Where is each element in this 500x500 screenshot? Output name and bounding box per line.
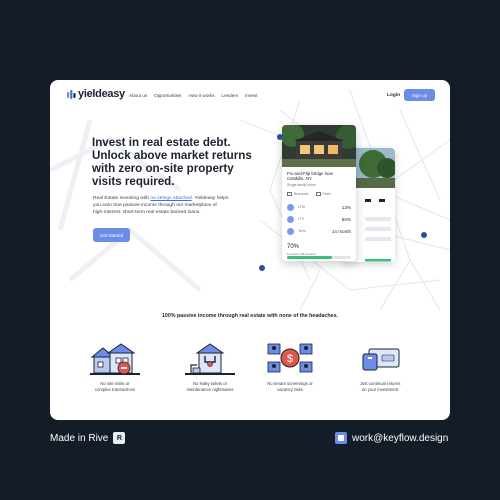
metric-icon <box>287 215 294 223</box>
plumbing-icon <box>185 343 235 375</box>
metric-label: LTM <box>298 205 305 209</box>
benefit-item: $ No tenant screenings or vacancy risks <box>250 342 330 394</box>
metric-value: 13% <box>341 204 351 210</box>
brand-name: yieldeasy <box>78 88 125 100</box>
listing-location: Catskills, NY. <box>287 176 313 182</box>
metric-icon <box>287 203 294 211</box>
no-strings-link[interactable]: no strings attached <box>150 196 191 201</box>
funded-progress-bar <box>287 256 351 259</box>
rive-icon[interactable]: R <box>113 432 126 444</box>
metric-label: LTV <box>298 217 304 221</box>
map-pin[interactable] <box>259 265 265 271</box>
benefit-line: on your investment <box>361 387 399 393</box>
contact-email[interactable]: work@keyflow.design <box>335 432 448 444</box>
bed-icon <box>287 192 292 196</box>
keyflow-icon <box>335 432 347 444</box>
nav-link-invest[interactable]: Invest <box>245 93 257 98</box>
tag-pools: Pools <box>315 192 331 196</box>
benefit-item: No site visits or complex transactions <box>75 342 155 394</box>
tag-bedrooms: Bedrooms <box>287 192 309 196</box>
benefit-text: Just continual returns on your investmen… <box>340 381 420 394</box>
hero-text: Real Estate investing with <box>93 196 151 201</box>
get-started-button[interactable]: Get Started <box>93 228 130 242</box>
metric-value: 14 month <box>331 228 351 234</box>
listing-type: Single family home <box>287 183 316 187</box>
benefit-item: Just continual returns on your investmen… <box>340 342 420 394</box>
nav-link-lenders[interactable]: Lenders <box>222 93 239 98</box>
hero-title-line: visits required. <box>92 175 175 188</box>
svg-text:$: $ <box>287 353 293 365</box>
nav-link-how-it-works[interactable]: How it works <box>188 93 214 98</box>
brand-logo[interactable]: yieldeasy <box>66 88 125 100</box>
map-pin[interactable] <box>277 134 283 140</box>
hero-text: . Yieldeasy helps <box>191 196 229 201</box>
app-window: yieldeasy About us Opportunities How it … <box>50 80 450 420</box>
hero-title-line: Invest in real estate debt. <box>92 136 231 149</box>
signup-button[interactable]: Sign up <box>404 89 435 101</box>
listing-title: Fix-and-Flip bridge loan Catskills, NY. <box>287 171 333 182</box>
wallet-icon <box>362 348 400 371</box>
benefit-text: No tenant screenings or vacancy risks <box>250 381 330 394</box>
listing-photo <box>282 125 356 167</box>
hero-description: Real Estate investing with no strings at… <box>93 196 253 216</box>
funded-percent: 70% <box>287 244 300 250</box>
hero-description-line: high-interest, short-term real estate ba… <box>93 209 201 215</box>
hero-description-line: you earn true passive income through our… <box>93 202 217 208</box>
made-in-label: Made in Rive <box>50 432 109 444</box>
made-in-rive: Made in Rive R <box>50 432 126 444</box>
benefit-text: No leaky toilets or maintenance nightmar… <box>170 381 250 394</box>
hero-description-line: Real Estate investing with no strings at… <box>93 196 253 203</box>
metric-value: 80% <box>341 216 351 222</box>
metric-label: Term <box>298 229 306 233</box>
benefit-text: No site visits or complex transactions <box>75 381 155 394</box>
listing-tags: Bedrooms Pools <box>287 192 331 196</box>
benefit-line: maintenance nightmares <box>186 387 234 393</box>
hero-title-line: Unlock above market returns <box>92 149 252 162</box>
listing-row-ltv: LTV 80% <box>287 214 351 224</box>
email-text[interactable]: work@keyflow.design <box>352 433 448 444</box>
listing-row-term: Term 14 month <box>287 226 351 236</box>
tag-label: Pools <box>322 192 331 196</box>
hero-title-line: with zero on-site property <box>92 162 234 175</box>
benefit-line: vacancy risks <box>277 387 303 393</box>
house-icon <box>90 343 140 375</box>
listing-row-ltm: LTM 13% <box>287 202 351 212</box>
tag-label: Bedrooms <box>294 192 309 196</box>
funded-progress-fill <box>287 256 332 259</box>
benefits-heading: 100% passive income through real estate … <box>161 313 339 319</box>
listing-card[interactable]: Fix-and-Flip bridge loan Catskills, NY. … <box>282 125 356 261</box>
nav-link-opportunities[interactable]: Opportunities <box>154 93 181 98</box>
top-nav: yieldeasy About us Opportunities How it … <box>50 80 450 114</box>
nav-link-about[interactable]: About us <box>129 93 147 98</box>
metric-icon <box>287 227 294 235</box>
benefit-line: complex transactions <box>94 387 136 393</box>
benefit-item: No leaky toilets or maintenance nightmar… <box>170 342 250 394</box>
pool-icon <box>315 192 321 196</box>
hero-title: Invest in real estate debt. Unlock above… <box>92 136 267 188</box>
tenants-icon: $ <box>267 343 313 373</box>
map-pin[interactable] <box>421 232 427 238</box>
login-link[interactable]: Login <box>387 93 400 98</box>
logo-icon <box>67 89 76 99</box>
nav-links: About us Opportunities How it works Lend… <box>129 93 257 98</box>
